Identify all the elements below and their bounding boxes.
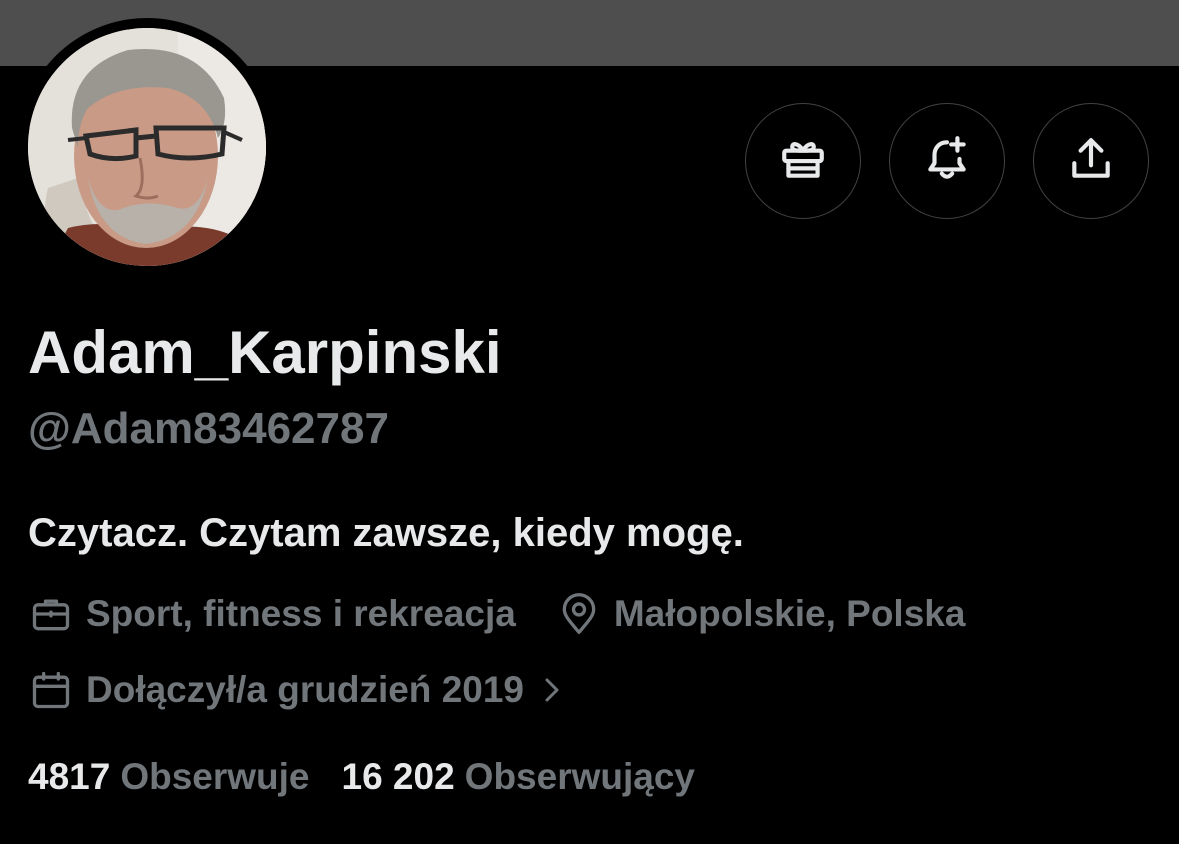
calendar-icon xyxy=(28,667,74,713)
avatar[interactable] xyxy=(18,18,276,276)
following-label[interactable]: Obserwuje xyxy=(120,756,309,798)
avatar-photo xyxy=(28,28,266,266)
profile-location: Małopolskie, Polska xyxy=(556,591,966,637)
following-link[interactable]: 4817 Obserwuje xyxy=(28,756,310,798)
location-label: Małopolskie, Polska xyxy=(613,593,966,634)
notify-button[interactable] xyxy=(889,103,1005,219)
follow-stats: 4817 Obserwuje 16 202 Obserwujący xyxy=(28,756,695,798)
avatar-illustration xyxy=(28,28,266,266)
joined-date[interactable]: Dołączył/a grudzień 2019 xyxy=(28,667,566,713)
user-handle: @Adam83462787 xyxy=(28,404,389,453)
followers-label[interactable]: Obserwujący xyxy=(465,756,695,798)
followers-link[interactable]: 16 202 Obserwujący xyxy=(342,756,696,798)
gift-icon xyxy=(778,134,828,189)
briefcase-icon xyxy=(28,591,74,637)
joined-label[interactable]: Dołączył/a grudzień 2019 xyxy=(86,669,524,711)
profile-meta-row: Sport, fitness i rekreacja Małopolskie, … xyxy=(28,591,965,637)
display-name: Adam_Karpinski xyxy=(28,319,502,386)
joined-item[interactable]: Dołączył/a grudzień 2019 xyxy=(28,667,566,713)
chevron-right-icon[interactable] xyxy=(538,675,566,705)
share-icon xyxy=(1066,134,1116,189)
location-pin-icon xyxy=(556,591,602,637)
gift-button[interactable] xyxy=(745,103,861,219)
bell-plus-icon xyxy=(922,134,972,189)
followers-count[interactable]: 16 202 xyxy=(342,756,455,798)
category-label: Sport, fitness i rekreacja xyxy=(86,593,516,634)
profile-category: Sport, fitness i rekreacja xyxy=(28,591,516,637)
profile-bio: Czytacz. Czytam zawsze, kiedy mogę. xyxy=(28,511,744,555)
share-button[interactable] xyxy=(1033,103,1149,219)
following-count[interactable]: 4817 xyxy=(28,756,110,798)
